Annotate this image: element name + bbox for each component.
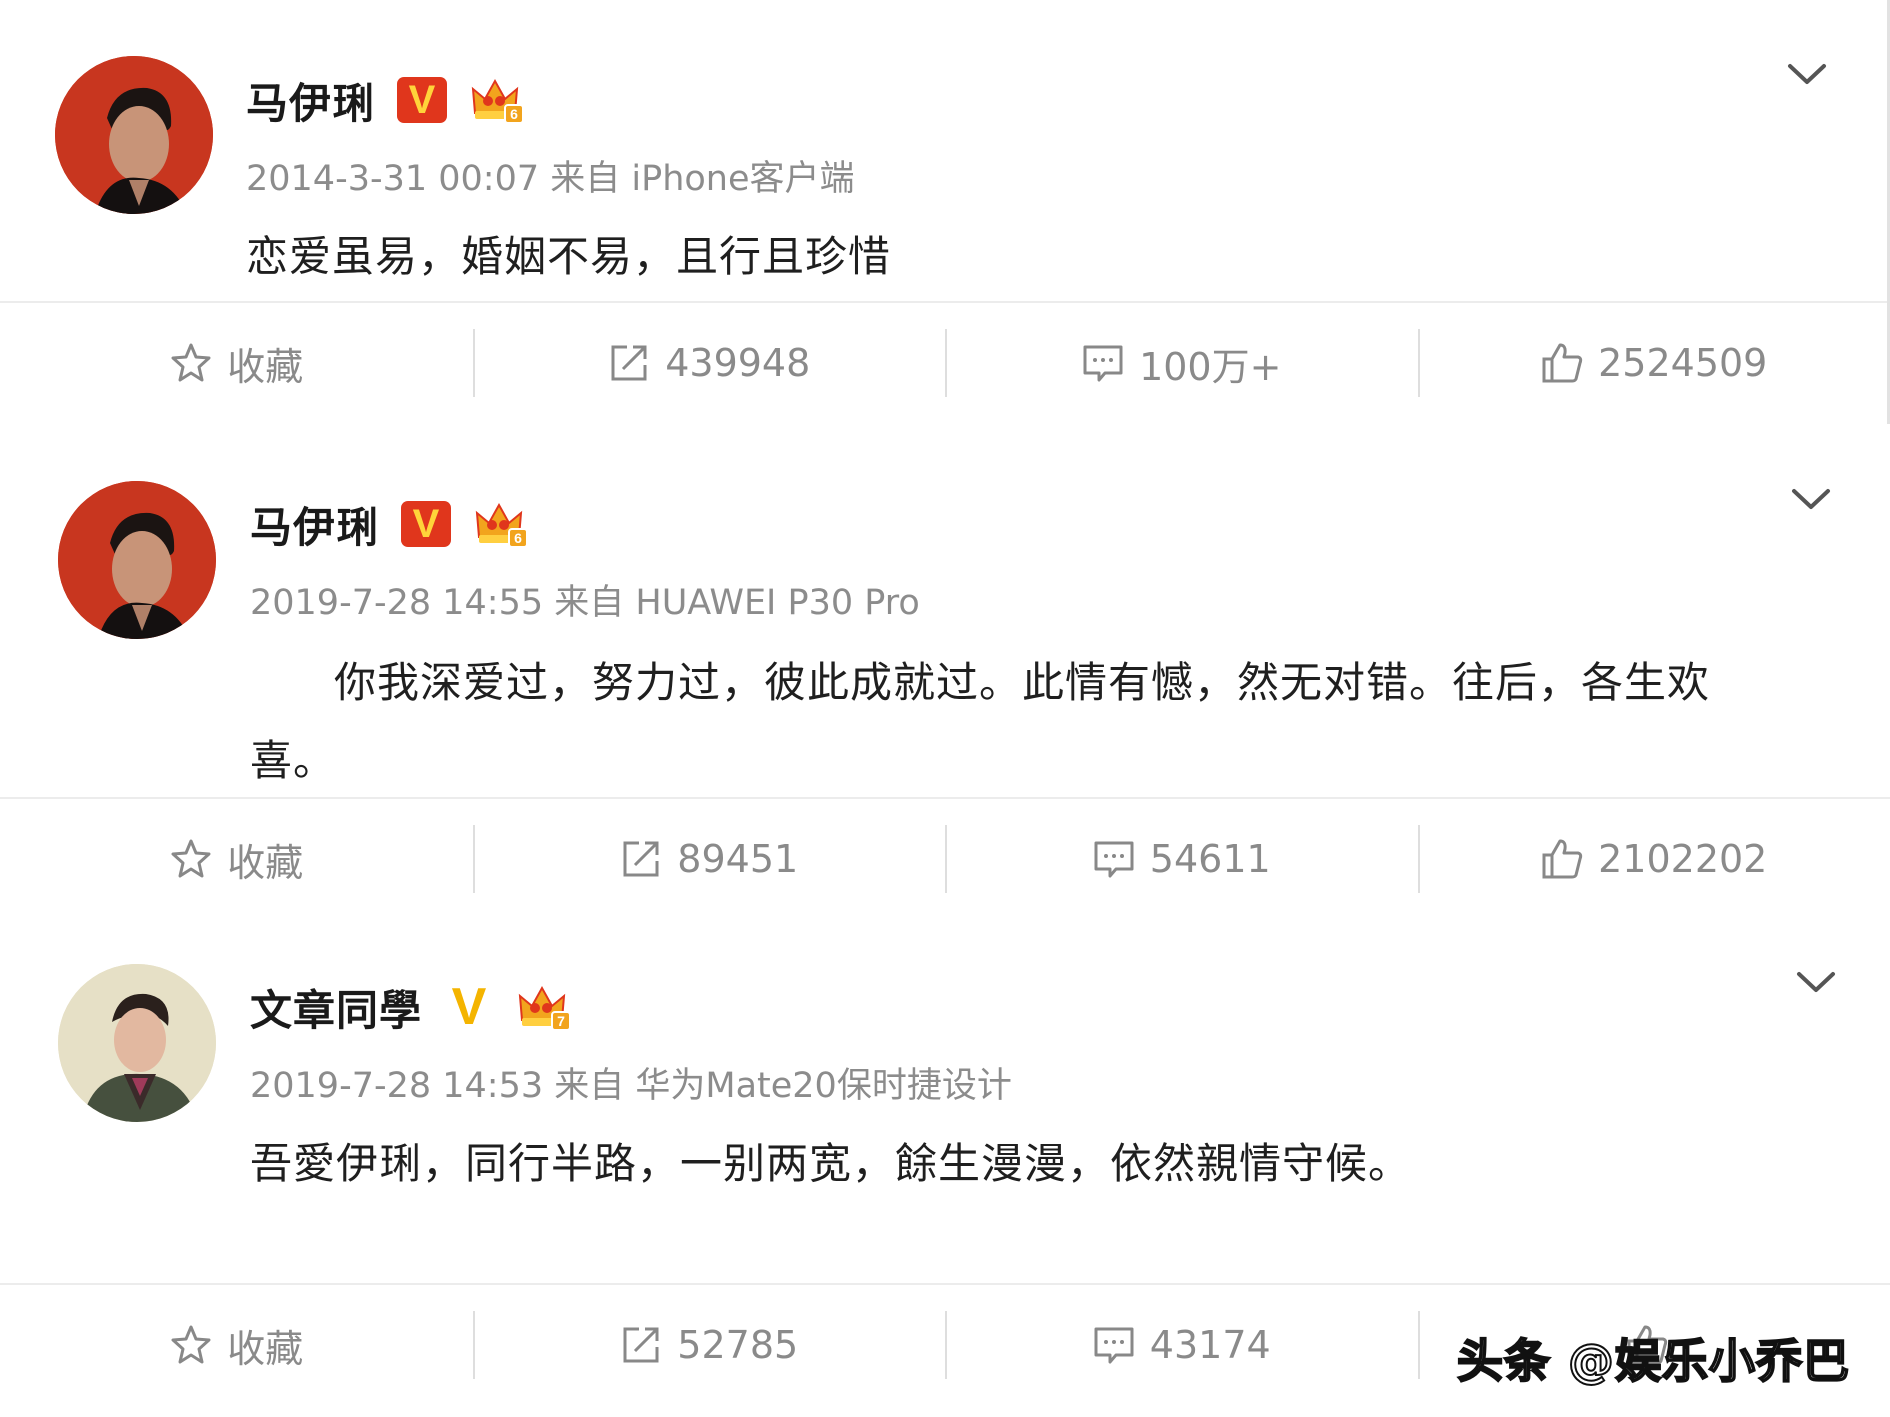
verified-badge-icon: V [397, 77, 448, 123]
comment-button[interactable]: 54611 [945, 819, 1418, 899]
like-button[interactable]: 2102202 [1417, 819, 1890, 899]
favorite-label: 收藏 [227, 1326, 304, 1371]
post-content: 吾愛伊琍，同行半路，一别两宽，餘生漫漫，依然親情守候。 [250, 1139, 1412, 1188]
star-icon [171, 343, 211, 382]
weibo-post: 马伊琍 V 6 2014-3-31 00:07 来自 iPhone客户端 恋爱虽… [0, 0, 1890, 410]
comment-icon [1094, 841, 1134, 878]
comment-count: 100万+ [1139, 344, 1282, 389]
comment-icon [1083, 345, 1123, 382]
crown-level-icon: 7 [516, 982, 572, 1032]
comment-count: 54611 [1149, 837, 1271, 881]
chevron-down-icon[interactable] [1784, 52, 1830, 98]
post-meta: 2019-7-28 14:55 来自 HUAWEI P30 Pro [250, 583, 920, 623]
divider [0, 797, 1890, 799]
post-meta: 2014-3-31 00:07 来自 iPhone客户端 [246, 159, 855, 199]
post-content: 你我深爱过，努力过，彼此成就过。此情有憾，然无对错。往后，各生欢喜。 [250, 658, 1711, 785]
user-header: 马伊琍 V 6 [250, 496, 529, 552]
user-name[interactable]: 文章同學 [250, 977, 422, 1038]
repost-icon [623, 841, 659, 877]
crown-level-icon: 6 [473, 499, 529, 549]
favorite-button[interactable]: 收藏 [0, 819, 473, 899]
favorite-button[interactable]: 收藏 [0, 323, 473, 403]
user-header: 马伊琍 V 6 [246, 72, 525, 128]
repost-count: 439948 [665, 341, 811, 385]
user-name[interactable]: 马伊琍 [246, 70, 375, 131]
chevron-down-icon[interactable] [1788, 477, 1834, 523]
thumbs-up-icon [1542, 343, 1583, 383]
divider [0, 1283, 1890, 1285]
crown-level-icon: 6 [469, 75, 525, 125]
user-header: 文章同學 V 7 [250, 979, 572, 1035]
thumbs-up-icon [1542, 839, 1583, 879]
like-count: 2524509 [1598, 341, 1768, 385]
chevron-down-icon[interactable] [1793, 960, 1839, 1006]
post-content: 恋爱虽易，婚姻不易，且行且珍惜 [246, 232, 892, 281]
repost-button[interactable]: 89451 [472, 819, 946, 899]
repost-button[interactable]: 52785 [472, 1305, 946, 1385]
star-icon [171, 839, 211, 878]
svg-text:7: 7 [557, 1013, 565, 1029]
action-bar: 收藏 89451 54611 2102202 [0, 819, 1890, 899]
repost-button[interactable]: 439948 [472, 323, 946, 403]
like-button[interactable]: 2524509 [1417, 323, 1890, 403]
comment-button[interactable]: 43174 [945, 1305, 1418, 1385]
comment-icon [1094, 1327, 1134, 1364]
action-bar: 收藏 439948 100万+ 2524509 [0, 323, 1890, 403]
repost-count: 89451 [677, 837, 799, 881]
avatar[interactable] [55, 56, 213, 214]
favorite-button[interactable]: 收藏 [0, 1305, 473, 1385]
avatar[interactable] [58, 964, 216, 1122]
favorite-label: 收藏 [227, 344, 304, 389]
comment-count: 43174 [1149, 1323, 1271, 1367]
weibo-post: 马伊琍 V 6 2019-7-28 14:55 来自 HUAWEI P30 Pr… [0, 420, 1890, 920]
favorite-label: 收藏 [227, 840, 304, 885]
repost-count: 52785 [677, 1323, 799, 1367]
repost-icon [611, 345, 647, 381]
like-count: 2102202 [1598, 837, 1768, 881]
watermark: 头条 @娱乐小乔巴 [1456, 1333, 1850, 1389]
post-meta: 2019-7-28 14:53 来自 华为Mate20保时捷设计 [250, 1066, 1012, 1106]
star-icon [171, 1325, 211, 1364]
repost-icon [623, 1327, 659, 1363]
weibo-feed: 马伊琍 V 6 2014-3-31 00:07 来自 iPhone客户端 恋爱虽… [0, 0, 1890, 1417]
svg-text:6: 6 [510, 106, 518, 122]
verified-badge-icon: V [451, 978, 487, 1036]
avatar[interactable] [58, 481, 216, 639]
divider [0, 301, 1890, 303]
user-name[interactable]: 马伊琍 [250, 494, 379, 555]
verified-badge-icon: V [401, 501, 452, 547]
svg-text:6: 6 [514, 530, 522, 546]
comment-button[interactable]: 100万+ [945, 323, 1418, 403]
